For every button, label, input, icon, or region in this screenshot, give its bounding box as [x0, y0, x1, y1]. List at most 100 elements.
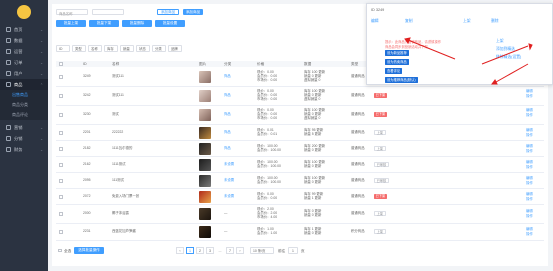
- page-1[interactable]: 1: [186, 247, 194, 254]
- sidebar-item-distribution[interactable]: 分销 ⌄: [0, 133, 48, 144]
- sidebar-sub-goods-comments[interactable]: 商品评论: [0, 110, 48, 120]
- chart-icon: [6, 38, 11, 43]
- filter-sales[interactable]: 销量: [120, 45, 134, 52]
- status-badge[interactable]: 已审核: [374, 162, 389, 167]
- goods-thumbnail: [199, 109, 211, 121]
- popup-menu-hot[interactable]: 设为热卖商品: [385, 59, 409, 65]
- chevron-down-icon: ⌄: [40, 125, 43, 130]
- search-input[interactable]: 商品名称: [56, 9, 88, 16]
- operation-icon: [6, 49, 11, 54]
- row-checkbox[interactable]: [59, 179, 63, 183]
- popup-menu-comments[interactable]: 查看评论: [385, 68, 403, 74]
- row-checkbox[interactable]: [59, 131, 63, 135]
- goods-thumbnail: [199, 175, 211, 187]
- row-ops-link[interactable]: 编辑 操作: [526, 89, 533, 99]
- popup-tab-edit[interactable]: 编辑: [371, 19, 379, 24]
- next-page-button[interactable]: ›: [236, 247, 244, 254]
- popup-side-add-featured[interactable]: 添加到精选: [496, 47, 515, 52]
- popup-side-on[interactable]: 上架: [496, 39, 504, 44]
- status-badge[interactable]: 已下架: [374, 112, 387, 117]
- row-ops-link[interactable]: 编辑 操作: [526, 128, 533, 138]
- table-row: 2072 免费入场门票一张 未设置 现价：0.00 会员价：0.00 库存 99…: [56, 189, 544, 205]
- sidebar-sub-goods-category[interactable]: 商品分类: [0, 100, 48, 110]
- row-ops-link[interactable]: 编辑 操作: [526, 209, 533, 219]
- sidebar-item-finance[interactable]: 财务 ⌄: [0, 144, 48, 155]
- header-data: 数据: [304, 61, 312, 66]
- row-checkbox[interactable]: [59, 163, 63, 167]
- sidebar-item-user[interactable]: 用户 ⌄: [0, 68, 48, 79]
- chevron-down-icon: ⌄: [40, 147, 43, 152]
- row-checkbox[interactable]: [59, 147, 63, 151]
- status-badge[interactable]: 已审核: [374, 178, 389, 183]
- filter-type[interactable]: 类型: [72, 45, 86, 52]
- page-last[interactable]: 7: [226, 247, 234, 254]
- filter-category[interactable]: 分类: [152, 45, 166, 52]
- goods-thumbnail: [199, 159, 211, 171]
- page-size-select[interactable]: 10 条/页: [250, 247, 274, 254]
- batch-set-button[interactable]: 批量设置: [155, 20, 185, 27]
- sidebar-item-home[interactable]: 首页 ⌄: [0, 24, 48, 35]
- popup-menu-recommend-default[interactable]: 设为推荐商品(默认): [385, 77, 418, 83]
- table-row: 2201 222222 饰品 现价：0.01 会员价：0.01 库存 95 更新…: [56, 125, 544, 141]
- popup-warning-2: 商品会同步到营销活动并下架: [385, 45, 428, 49]
- page-2[interactable]: 2: [196, 247, 204, 254]
- batch-on-button[interactable]: 批量上架: [56, 20, 86, 27]
- popup-menu-new-recommend[interactable]: 设为新品推荐: [385, 50, 409, 56]
- header-name: 名称: [112, 61, 120, 66]
- popup-tab-on[interactable]: 上架: [463, 19, 471, 24]
- status-badge[interactable]: 上架: [374, 146, 386, 151]
- header-type: 类型: [351, 61, 359, 66]
- status-badge[interactable]: 上架: [374, 130, 386, 135]
- select-all-checkbox[interactable]: [59, 62, 63, 66]
- page-3[interactable]: 3: [206, 247, 214, 254]
- chevron-down-icon: ⌄: [40, 27, 43, 32]
- chevron-down-icon: ⌄: [40, 71, 43, 76]
- filter-stock[interactable]: 库存: [104, 45, 118, 52]
- row-ops-link[interactable]: 编辑 操作: [526, 176, 533, 186]
- logo: [17, 5, 31, 19]
- row-ops-link[interactable]: 编辑 操作: [526, 144, 533, 154]
- row-ops-link[interactable]: 编辑 操作: [526, 192, 533, 202]
- status-badge[interactable]: 上架: [374, 211, 386, 216]
- table-row: 3230 测试 饰品 现价：0.00 会员价：0.00 市场价：0.00 库存 …: [56, 106, 544, 125]
- row-checkbox[interactable]: [59, 75, 63, 79]
- batch-off-button[interactable]: 批量下架: [89, 20, 119, 27]
- status-badge[interactable]: 上架: [374, 229, 386, 234]
- sidebar: 首页 ⌄ 数据 ⌄ 运营 ⌄ 订单 ⌄ 用户 ⌄ 商品 ⌃ 出售商品 商品分类 商品评论 营…: [0, 0, 48, 271]
- sidebar-item-goods[interactable]: 商品 ⌃: [0, 79, 48, 90]
- sidebar-sub-goods-on-sale[interactable]: 出售商品: [0, 90, 48, 100]
- user-icon: [6, 71, 11, 76]
- sidebar-item-data[interactable]: 数据 ⌄: [0, 35, 48, 46]
- filter-input[interactable]: [92, 9, 124, 15]
- chevron-down-icon: ⌄: [40, 49, 43, 54]
- footer-select-all-checkbox[interactable]: [58, 248, 62, 253]
- page-ellipsis: ...: [218, 248, 222, 253]
- filter-name[interactable]: 名称: [88, 45, 102, 52]
- popup-tab-delete[interactable]: 删除: [491, 19, 499, 24]
- batch-action-select[interactable]: 选择批量操作: [74, 247, 104, 254]
- sidebar-item-order[interactable]: 订单 ⌄: [0, 57, 48, 68]
- status-badge[interactable]: 已下架: [374, 194, 387, 199]
- finance-icon: [6, 147, 11, 152]
- row-checkbox[interactable]: [59, 113, 63, 117]
- row-checkbox[interactable]: [59, 212, 63, 216]
- row-ops-link[interactable]: 编辑 操作: [526, 108, 533, 118]
- row-checkbox[interactable]: [59, 230, 63, 234]
- status-badge[interactable]: 已下架: [374, 93, 387, 98]
- batch-delete-button[interactable]: 批量删除: [122, 20, 152, 27]
- filter-brand[interactable]: 品牌: [168, 45, 182, 52]
- search-button[interactable]: 添加商品: [157, 9, 179, 15]
- filter-id[interactable]: ID: [56, 45, 70, 52]
- popup-side-remove-featured[interactable]: 移除精选(设置): [496, 55, 521, 60]
- row-ops-link[interactable]: 编辑 操作: [526, 160, 533, 170]
- sidebar-item-marketing[interactable]: 营销 ⌄: [0, 122, 48, 133]
- row-ops-link[interactable]: 编辑 操作: [526, 227, 533, 237]
- popup-tab-copy[interactable]: 复制: [405, 19, 413, 24]
- sidebar-item-operation[interactable]: 运营 ⌄: [0, 46, 48, 57]
- filter-status[interactable]: 状态: [136, 45, 150, 52]
- add-goods-button[interactable]: 添加商品: [183, 9, 203, 15]
- goto-page-input[interactable]: 1: [288, 247, 298, 254]
- row-checkbox[interactable]: [59, 195, 63, 199]
- row-checkbox[interactable]: [59, 94, 63, 98]
- prev-page-button[interactable]: ‹: [176, 247, 184, 254]
